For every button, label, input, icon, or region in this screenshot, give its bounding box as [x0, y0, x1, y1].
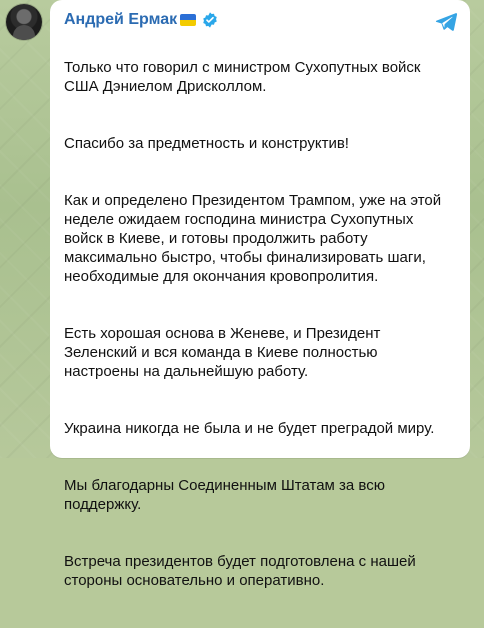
message-paragraph: Встреча президентов будет подготовлена с… — [64, 553, 416, 589]
message-paragraph: Мы благодарны Соединенным Штатам за всю … — [64, 477, 385, 513]
message-paragraph: Украина никогда не была и не будет прегр… — [64, 420, 435, 437]
author-avatar[interactable] — [6, 4, 42, 40]
ukraine-flag-icon — [180, 14, 197, 26]
message-text: Только что говорил с министром Сухопутны… — [64, 39, 456, 628]
telegram-send-icon[interactable] — [434, 10, 458, 34]
message-paragraph: Спасибо за предметность и конструктив! — [64, 135, 349, 152]
message-header: Андрей Ермак — [64, 10, 219, 30]
message-paragraph: Только что говорил с министром Сухопутны… — [64, 59, 421, 95]
message-paragraph: Как и определено Президентом Трампом, уж… — [64, 192, 442, 285]
message-bubble: Андрей Ермак Только что говорил с минист… — [50, 0, 470, 589]
verified-icon — [203, 12, 217, 28]
author-name[interactable]: Андрей Ермак — [64, 10, 177, 30]
message-paragraph: Есть хорошая основа в Женеве, и Президен… — [64, 325, 381, 380]
